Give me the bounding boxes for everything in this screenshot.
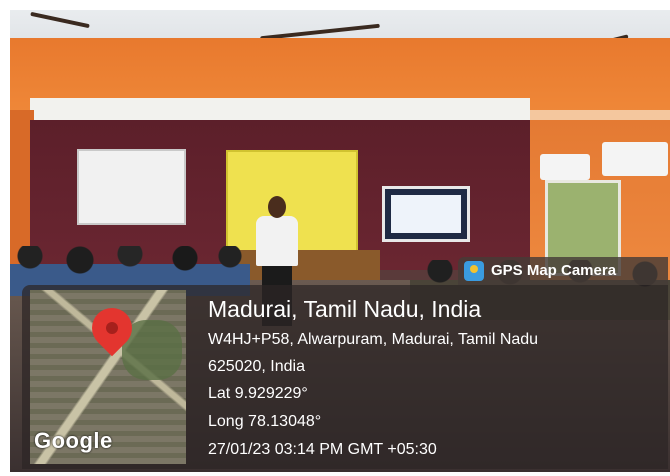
- gps-map-camera-badge: GPS Map Camera: [458, 257, 668, 285]
- longitude: Long 78.13048°: [208, 413, 322, 430]
- speaker-head: [268, 196, 286, 218]
- gps-camera-icon: [464, 261, 484, 281]
- address-line-1: W4HJ+P58, Alwarpuram, Madurai, Tamil Nad…: [208, 331, 539, 348]
- map-thumbnail: Google: [30, 290, 186, 464]
- air-conditioner: [602, 142, 668, 176]
- location-pin-dot: [106, 322, 118, 334]
- ceiling-beam: [30, 98, 530, 120]
- latitude: Lat 9.929229°: [208, 385, 308, 402]
- gps-badge-label: GPS Map Camera: [491, 262, 617, 279]
- location-title: Madurai, Tamil Nadu, India: [208, 296, 482, 322]
- projector-screen: [382, 186, 470, 242]
- screen-display: [391, 195, 461, 233]
- google-logo: Google: [34, 428, 113, 453]
- speaker: [256, 216, 298, 266]
- whiteboard: [77, 149, 186, 225]
- datetime: 27/01/23 03:14 PM GMT +05:30: [208, 441, 437, 458]
- air-conditioner: [540, 154, 590, 180]
- address-line-2: 625020, India: [208, 358, 305, 375]
